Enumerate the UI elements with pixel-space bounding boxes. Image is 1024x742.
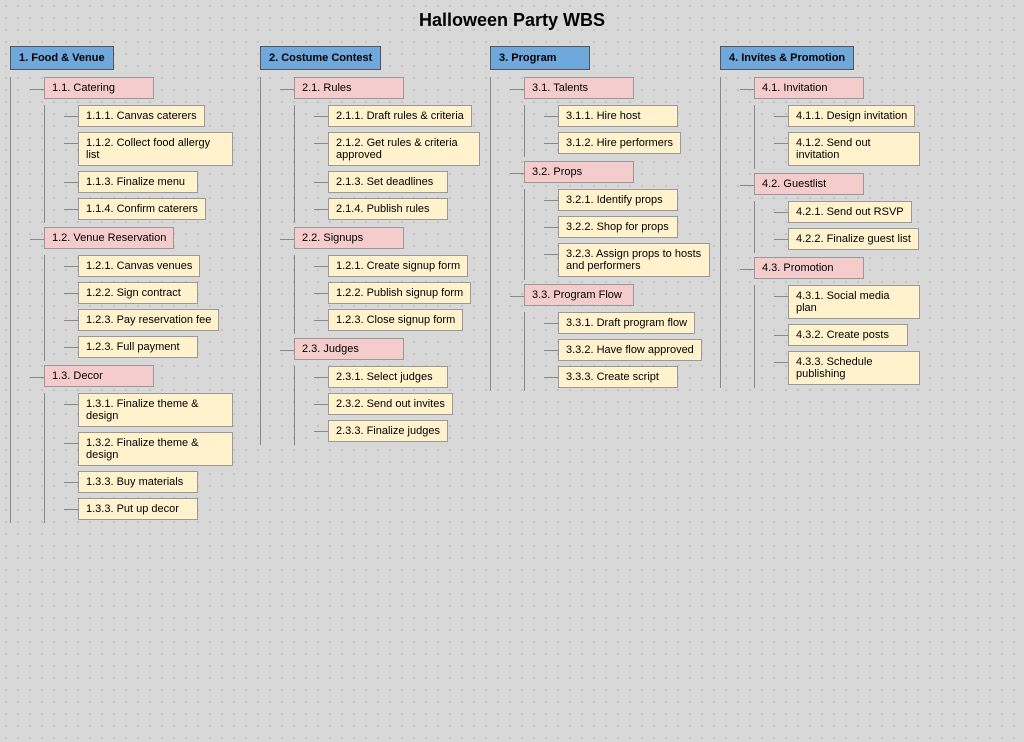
l2-box-col2-1: 2.1. Rules (294, 77, 404, 99)
section-3-2: 3.2. Props 3.2.1. Identify props 3.2.2. Sh… (524, 161, 710, 280)
l3-box-col2-2-3: 1.2.3. Close signup form (328, 309, 463, 331)
section-1-3: 1.3. Decor 1.3.1. Finalize theme & design… (44, 365, 233, 523)
l3-box-col2-1-2: 2.1.2. Get rules & criteria approved (328, 132, 480, 166)
l3-box-col2-1-4: 2.1.4. Publish rules (328, 198, 448, 220)
section-2-1: 2.1. Rules 2.1.1. Draft rules & criteria 2… (294, 77, 480, 223)
l3-box-col1-1-3: 1.1.3. Finalize menu (78, 171, 198, 193)
l3-box-col2-3-2: 2.3.2. Send out invites (328, 393, 453, 415)
page-title: Halloween Party WBS (10, 10, 1014, 31)
wbs-container: 1. Food & Venue 1.1. Catering 1.1.1. Canva… (10, 46, 1014, 523)
l3-box-col1-3-2: 1.3.2. Finalize theme & design (78, 432, 233, 466)
l3-box-col2-1-3: 2.1.3. Set deadlines (328, 171, 448, 193)
l2-box-col2-2: 2.2. Signups (294, 227, 404, 249)
l2-box-col4-3: 4.3. Promotion (754, 257, 864, 279)
section-1-1: 1.1. Catering 1.1.1. Canvas caterers 1.1.2… (44, 77, 233, 223)
l2-box-col2-3: 2.3. Judges (294, 338, 404, 360)
l3-box-col1-1-4: 1.1.4. Confirm caterers (78, 198, 206, 220)
l3-box-col4-3-2: 4.3.2. Create posts (788, 324, 908, 346)
l3-box-col4-2-2: 4.2.2. Finalize guest list (788, 228, 919, 250)
l3-box-col1-2-1: 1.2.1. Canvas venues (78, 255, 200, 277)
top-box-col4: 4. Invites & Promotion (720, 46, 854, 70)
l3-box-col2-2-1: 1.2.1. Create signup form (328, 255, 468, 277)
column-4: 4. Invites & Promotion4.1. Invitation4.1… (720, 46, 920, 388)
l3-box-col3-2-1: 3.2.1. Identify props (558, 189, 678, 211)
l3-box-col3-3-2: 3.3.2. Have flow approved (558, 339, 702, 361)
l3-box-col2-1-1: 2.1.1. Draft rules & criteria (328, 105, 472, 127)
l3-box-col3-3-1: 3.3.1. Draft program flow (558, 312, 695, 334)
l2-box-col3-3: 3.3. Program Flow (524, 284, 634, 306)
l2-box-col3-1: 3.1. Talents (524, 77, 634, 99)
top-box-col1: 1. Food & Venue (10, 46, 114, 70)
l2-box-col1-2: 1.2. Venue Reservation (44, 227, 174, 249)
l3-box-col1-1-1: 1.1.1. Canvas caterers (78, 105, 205, 127)
l3-box-col2-2-2: 1.2.2. Publish signup form (328, 282, 471, 304)
l3-box-col4-1-2: 4.1.2. Send out invitation (788, 132, 920, 166)
l3-box-col2-3-1: 2.3.1. Select judges (328, 366, 448, 388)
section-2-2: 2.2. Signups 1.2.1. Create signup form 1.2… (294, 227, 471, 334)
l2-box-col3-2: 3.2. Props (524, 161, 634, 183)
l3-box-col1-3-1: 1.3.1. Finalize theme & design (78, 393, 233, 427)
column-2: 2. Costume Contest 2.1. Rules 2.1.1. Draft… (260, 46, 480, 445)
column-1: 1. Food & Venue 1.1. Catering 1.1.1. Canva… (10, 46, 250, 523)
l3-box-col1-3-3: 1.3.3. Buy materials (78, 471, 198, 493)
top-box-col3: 3. Program (490, 46, 590, 70)
column-3: 3. Program3.1. Talents3.1.1. Hire host3.… (490, 46, 710, 391)
section-4-1: 4.1. Invitation 4.1.1. Design invitation 4… (754, 77, 920, 169)
section-1-2: 1.2. Venue Reservation 1.2.1. Canvas venu… (44, 227, 219, 361)
section-4-3: 4.3. Promotion 4.3.1. Social media plan 4.… (754, 257, 920, 388)
l3-box-col1-1-2: 1.1.2. Collect food allergy list (78, 132, 233, 166)
l3-box-col1-2-3: 1.2.3. Pay reservation fee (78, 309, 219, 331)
section-4-2: 4.2. Guestlist 4.2.1. Send out RSVP 4.2.2.… (754, 173, 919, 253)
l3-box-col3-1-2: 3.1.2. Hire performers (558, 132, 681, 154)
l3-box-col3-1-1: 3.1.1. Hire host (558, 105, 678, 127)
l3-box-col1-2-4: 1.2.3. Full payment (78, 336, 198, 358)
l3-box-col3-3-3: 3.3.3. Create script (558, 366, 678, 388)
l3-box-col3-2-3: 3.2.3. Assign props to hosts and perform… (558, 243, 710, 277)
l2-box-col4-1: 4.1. Invitation (754, 77, 864, 99)
section-3-3: 3.3. Program Flow 3.3.1. Draft program fl… (524, 284, 702, 391)
section-2-3: 2.3. Judges 2.3.1. Select judges 2.3.2. Se… (294, 338, 453, 445)
l3-box-col1-2-2: 1.2.2. Sign contract (78, 282, 198, 304)
l3-box-col4-3-3: 4.3.3. Schedule publishing (788, 351, 920, 385)
l3-box-col3-2-2: 3.2.2. Shop for props (558, 216, 678, 238)
top-box-col2: 2. Costume Contest (260, 46, 381, 70)
l3-box-col1-3-4: 1.3.3. Put up decor (78, 498, 198, 520)
l3-box-col4-2-1: 4.2.1. Send out RSVP (788, 201, 912, 223)
l3-box-col4-1-1: 4.1.1. Design invitation (788, 105, 915, 127)
l3-box-col2-3-3: 2.3.3. Finalize judges (328, 420, 448, 442)
l3-box-col4-3-1: 4.3.1. Social media plan (788, 285, 920, 319)
l2-box-col1-3: 1.3. Decor (44, 365, 154, 387)
section-3-1: 3.1. Talents 3.1.1. Hire host 3.1.2. Hire … (524, 77, 681, 157)
l2-box-col4-2: 4.2. Guestlist (754, 173, 864, 195)
l2-box-col1-1: 1.1. Catering (44, 77, 154, 99)
